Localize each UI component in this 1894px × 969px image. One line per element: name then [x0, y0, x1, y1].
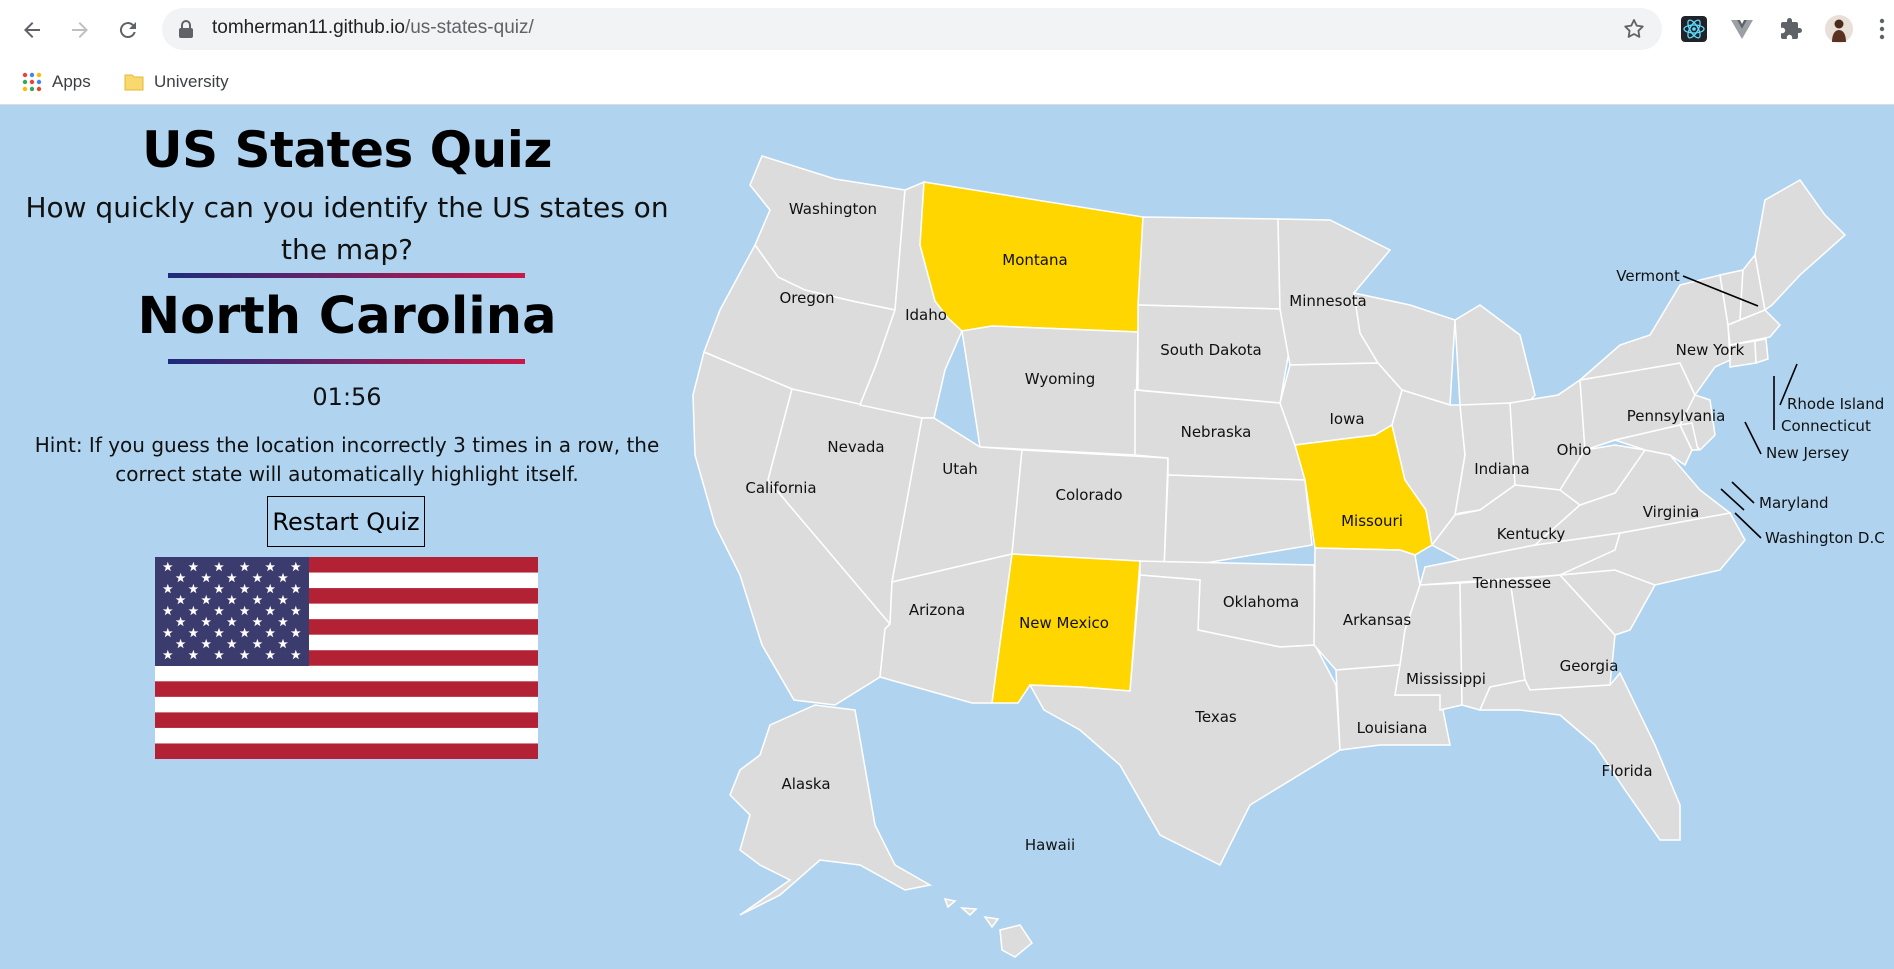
- back-button[interactable]: [16, 14, 48, 46]
- label-connecticut: Connecticut: [1781, 417, 1871, 435]
- label-mississippi: Mississippi: [1406, 670, 1486, 688]
- label-oklahoma: Oklahoma: [1223, 593, 1299, 611]
- flag-stripe: [155, 743, 538, 759]
- divider-bottom: [168, 359, 525, 364]
- label-ohio: Ohio: [1557, 441, 1592, 459]
- label-louisiana: Louisiana: [1357, 719, 1428, 737]
- label-rhode-island: Rhode Island: [1787, 395, 1884, 413]
- flag-stripe: [155, 712, 538, 728]
- label-washington: Washington: [789, 200, 877, 218]
- bookmark-university-label: University: [154, 72, 229, 91]
- forward-button[interactable]: [64, 14, 96, 46]
- url-path: /us-states-quiz/: [404, 17, 534, 38]
- reload-button[interactable]: [112, 14, 144, 46]
- react-devtools-extension-icon[interactable]: [1679, 14, 1709, 44]
- bookmark-star-icon[interactable]: [1622, 17, 1646, 41]
- label-iowa: Iowa: [1329, 410, 1364, 428]
- bookmark-apps[interactable]: Apps: [22, 68, 91, 96]
- state-kansas[interactable]: [1163, 474, 1313, 571]
- label-south-dakota: South Dakota: [1160, 341, 1262, 359]
- vue-devtools-extension-icon[interactable]: [1727, 14, 1757, 44]
- restart-quiz-button[interactable]: Restart Quiz: [267, 496, 425, 547]
- us-states-map: Washington Oregon California Nevada Idah…: [692, 155, 1885, 958]
- state-rhode-island[interactable]: [1754, 338, 1769, 365]
- label-texas: Texas: [1194, 708, 1237, 726]
- url-host: tomherman11.github.io: [212, 17, 405, 38]
- state-alaska[interactable]: [729, 704, 933, 916]
- leader-maryland: [1731, 481, 1755, 504]
- reload-icon: [119, 22, 136, 39]
- flag-stripe: [155, 681, 538, 697]
- chrome-menu-button[interactable]: [1872, 14, 1892, 44]
- label-washington-dc: Washington D.C: [1765, 529, 1885, 547]
- leader-maryland-2: [1720, 488, 1745, 511]
- state-north-dakota[interactable]: [1137, 216, 1281, 310]
- label-georgia: Georgia: [1560, 657, 1619, 675]
- bookmark-apps-label: Apps: [52, 72, 91, 91]
- profile-avatar[interactable]: [1824, 14, 1854, 44]
- label-california: California: [745, 479, 816, 497]
- label-arkansas: Arkansas: [1343, 611, 1412, 629]
- label-tennessee: Tennessee: [1472, 574, 1551, 592]
- apps-grid-icon: [22, 72, 42, 92]
- label-florida: Florida: [1601, 762, 1652, 780]
- target-state-name: North Carolina: [137, 287, 557, 346]
- folder-icon: [124, 74, 144, 91]
- label-indiana: Indiana: [1474, 460, 1530, 478]
- browser-toolbar: tomherman11.github.io/us-states-quiz/: [0, 0, 1894, 60]
- label-hawaii: Hawaii: [1025, 836, 1075, 854]
- label-new-jersey: New Jersey: [1766, 444, 1849, 462]
- label-idaho: Idaho: [905, 306, 947, 324]
- label-montana: Montana: [1002, 251, 1067, 269]
- lock-icon: [179, 20, 193, 38]
- quiz-timer: 01:56: [312, 383, 382, 411]
- label-alaska: Alaska: [781, 775, 830, 793]
- bookmarks-bar: Apps University: [0, 60, 1894, 105]
- state-maine[interactable]: [1754, 179, 1847, 312]
- state-wyoming[interactable]: [961, 325, 1139, 456]
- label-arizona: Arizona: [909, 601, 965, 619]
- label-nebraska: Nebraska: [1181, 423, 1252, 441]
- leader-new-jersey: [1744, 421, 1762, 455]
- quiz-question: How quickly can you identify the US stat…: [25, 191, 669, 266]
- label-minnesota: Minnesota: [1289, 292, 1366, 310]
- more-vert-icon: [1879, 18, 1885, 40]
- label-new-mexico: New Mexico: [1019, 614, 1109, 632]
- label-wyoming: Wyoming: [1025, 370, 1095, 388]
- bookmark-university[interactable]: University: [124, 68, 229, 96]
- hint-text: Hint: If you guess the location incorrec…: [34, 433, 660, 486]
- label-pennsylvania: Pennsylvania: [1627, 407, 1726, 425]
- label-nevada: Nevada: [827, 438, 884, 456]
- label-maryland: Maryland: [1759, 494, 1829, 512]
- label-kentucky: Kentucky: [1497, 525, 1566, 543]
- quiz-page: US States Quiz How quickly can you ident…: [0, 105, 1894, 969]
- us-flag-image: [155, 557, 538, 759]
- back-arrow-icon: [24, 22, 40, 38]
- extensions-puzzle-icon[interactable]: [1776, 14, 1806, 44]
- label-missouri: Missouri: [1341, 512, 1403, 530]
- url-text: tomherman11.github.io/us-states-quiz/: [212, 17, 534, 39]
- state-michigan[interactable]: [1454, 304, 1536, 416]
- label-oregon: Oregon: [779, 289, 834, 307]
- label-colorado: Colorado: [1055, 486, 1122, 504]
- label-vermont: Vermont: [1616, 267, 1680, 285]
- page-title: US States Quiz: [142, 121, 553, 179]
- label-new-york: New York: [1676, 341, 1745, 359]
- label-utah: Utah: [942, 460, 978, 478]
- label-virginia: Virginia: [1643, 503, 1700, 521]
- divider-top: [168, 273, 525, 278]
- state-colorado[interactable]: [1011, 449, 1169, 571]
- state-hawaii[interactable]: [943, 897, 1034, 958]
- address-bar[interactable]: tomherman11.github.io/us-states-quiz/: [162, 8, 1662, 50]
- state-florida[interactable]: [1478, 671, 1681, 841]
- forward-arrow-icon: [72, 22, 88, 38]
